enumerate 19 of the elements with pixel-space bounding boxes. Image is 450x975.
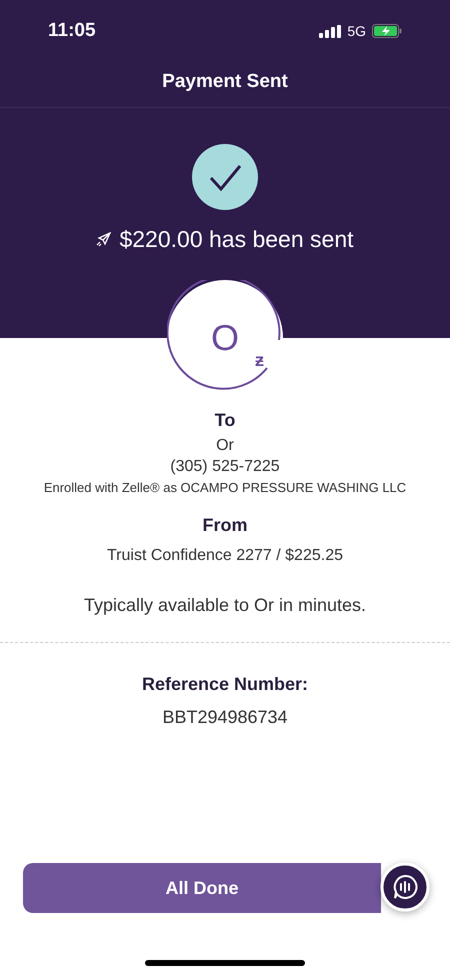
network-label: 5G <box>347 23 366 39</box>
recipient-name: Or <box>216 437 234 455</box>
zelle-mark-label: ƶ <box>255 350 264 371</box>
status-time: 11:05 <box>48 20 96 42</box>
reference-number: BBT294986734 <box>162 707 288 728</box>
enrollment-note: Enrolled with Zelle® as OCAMPO PRESSURE WASHING LLC <box>44 480 406 495</box>
screen-title: Payment Sent <box>162 70 288 94</box>
recipient-phone: (305) 525-7225 <box>170 458 280 476</box>
from-heading: From <box>202 515 248 536</box>
reference-heading: Reference Number: <box>142 674 308 695</box>
all-done-button[interactable]: All Done <box>23 863 381 913</box>
paper-plane-icon <box>96 232 112 247</box>
checkmark-icon <box>192 144 258 210</box>
battery-icon <box>372 24 402 38</box>
availability-note: Typically available to Or in minutes. <box>84 595 366 616</box>
signal-icon <box>319 24 342 38</box>
source-account: Truist Confidence 2277 / $225.25 <box>106 547 343 565</box>
sent-message: $220.00 has been sent <box>119 226 354 253</box>
to-heading: To <box>214 410 236 431</box>
